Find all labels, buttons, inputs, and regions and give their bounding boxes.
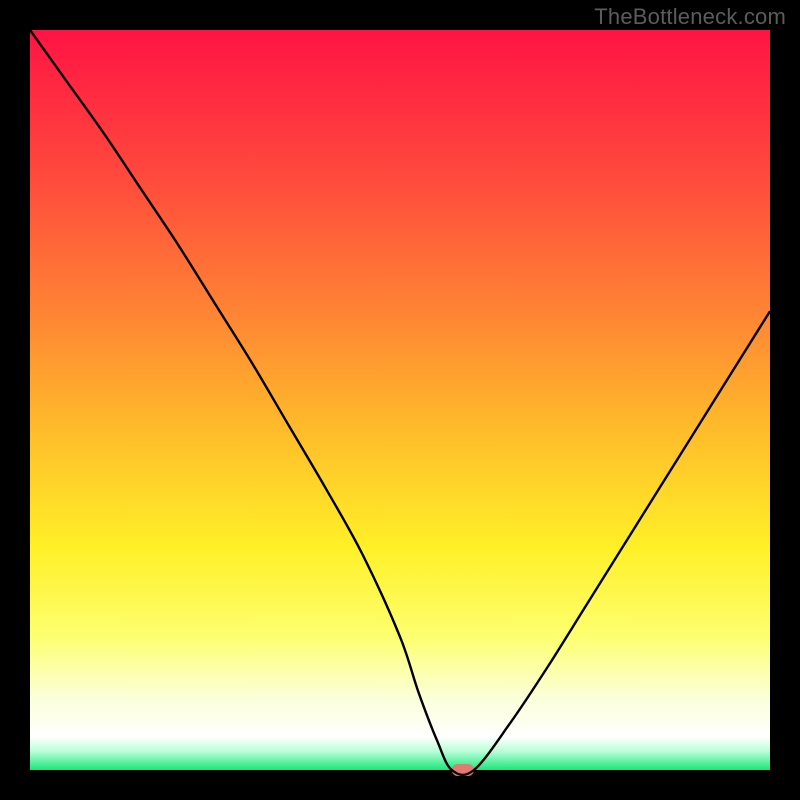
watermark-label: TheBottleneck.com xyxy=(594,4,786,30)
plot-background xyxy=(30,30,770,770)
bottleneck-chart xyxy=(0,0,800,800)
chart-stage: TheBottleneck.com xyxy=(0,0,800,800)
